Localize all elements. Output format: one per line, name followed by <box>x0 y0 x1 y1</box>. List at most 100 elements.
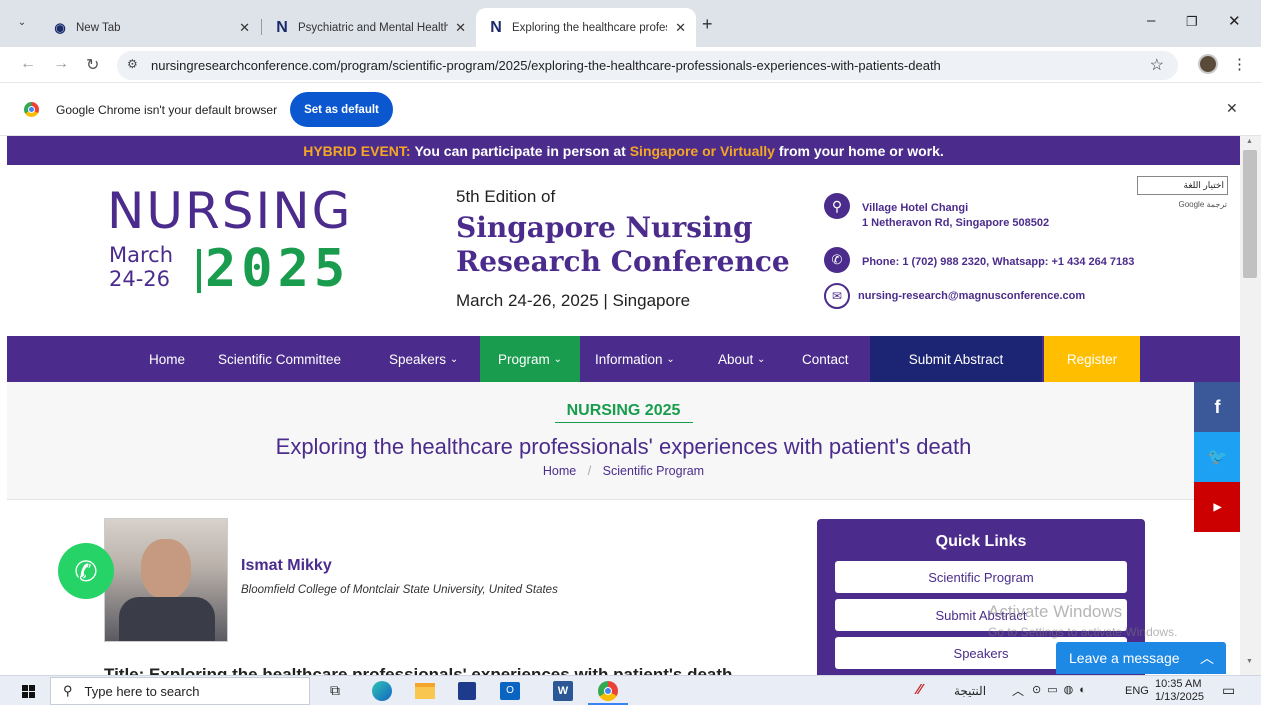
default-browser-infobar: Google Chrome isn't your default browser… <box>0 84 1261 136</box>
news-result-text[interactable]: النتيجة <box>954 684 986 698</box>
site-n-icon: N <box>276 18 288 36</box>
tab-new-tab[interactable]: ◉ New Tab ✕ <box>40 8 260 47</box>
file-explorer-icon[interactable] <box>415 683 435 699</box>
back-icon[interactable]: ← <box>20 55 36 73</box>
url-text: nursingresearchconference.com/program/sc… <box>151 58 941 73</box>
nav-scientific-committee[interactable]: Scientific Committee <box>218 336 341 382</box>
nav-information[interactable]: Information ⌄ <box>595 336 675 382</box>
whatsapp-icon[interactable]: ✆ <box>58 543 114 599</box>
conference-name-2: Research Conference <box>456 245 790 278</box>
chat-label: Leave a message <box>1069 650 1180 666</box>
tab-strip: ⌄ ◉ New Tab ✕ N Psychiatric and Mental H… <box>0 0 1261 47</box>
nav-about[interactable]: About ⌄ <box>718 336 765 382</box>
taskbar-search-placeholder: Type here to search <box>84 683 200 699</box>
tray-icons[interactable]: ⊙▭◍◐ <box>1032 683 1092 696</box>
menu-kebab-icon[interactable]: ⋮ <box>1232 55 1247 73</box>
chevron-down-icon: ⌄ <box>757 353 766 365</box>
phone-text[interactable]: Phone: 1 (702) 988 2320, Whatsapp: +1 43… <box>862 256 1134 268</box>
nav-home[interactable]: Home <box>149 336 185 382</box>
site-info-icon[interactable]: ⚙ <box>127 57 138 71</box>
edge-icon[interactable] <box>372 681 392 701</box>
nav-about-label: About <box>718 351 754 367</box>
outlook-icon[interactable]: O <box>500 682 520 700</box>
tray-chevron-up-icon[interactable]: ︿ <box>1012 682 1024 699</box>
scroll-up-icon[interactable]: ▲ <box>1246 138 1253 145</box>
word-icon[interactable]: W <box>553 681 573 701</box>
location-icon: ⚲ <box>824 193 850 219</box>
site-header: NURSING March 24-26 2025 5th Edition of … <box>7 165 1240 336</box>
close-window-icon[interactable]: ✕ <box>1228 12 1241 30</box>
reload-icon[interactable]: ↻ <box>86 55 99 75</box>
breadcrumb-program[interactable]: Scientific Program <box>603 464 704 478</box>
tab-search-button[interactable]: ⌄ <box>12 13 32 33</box>
chrome-taskbar-icon[interactable] <box>598 681 618 701</box>
chevron-down-icon: ⌄ <box>666 353 675 365</box>
activate-windows-title: Activate Windows <box>988 602 1123 621</box>
breadcrumb-home[interactable]: Home <box>543 464 576 478</box>
close-tab-icon[interactable]: ✕ <box>675 20 686 36</box>
banner-highlight: Singapore or Virtually <box>629 142 775 159</box>
nav-register[interactable]: Register <box>1044 336 1140 382</box>
quick-links-heading: Quick Links <box>935 533 1027 550</box>
close-tab-icon[interactable]: ✕ <box>239 20 250 36</box>
quick-link-scientific-program[interactable]: Scientific Program <box>835 561 1127 593</box>
search-icon: ⚲ <box>63 683 73 698</box>
nav-program[interactable]: Program ⌄ <box>480 336 580 382</box>
youtube-icon[interactable]: ▶ <box>1194 482 1241 532</box>
scroll-down-icon[interactable]: ▼ <box>1246 658 1253 665</box>
new-tab-button[interactable]: + <box>702 14 713 35</box>
nav-speakers[interactable]: Speakers ⌄ <box>389 336 458 382</box>
scroll-thumb[interactable] <box>1243 150 1257 278</box>
page-scrollbar[interactable]: ▲ ▼ <box>1240 136 1261 675</box>
speaker-name: Ismat Mikky <box>241 557 332 574</box>
infobar-message: Google Chrome isn't your default browser <box>56 103 278 117</box>
toolbar: ← → ↻ ⚙ nursingresearchconference.com/pr… <box>0 47 1261 83</box>
close-tab-icon[interactable]: ✕ <box>455 20 466 36</box>
close-infobar-icon[interactable]: ✕ <box>1226 100 1238 117</box>
weather-result-icon[interactable]: ⁄⁄ <box>917 681 922 698</box>
email-link[interactable]: nursing-research@magnusconference.com <box>858 290 1085 302</box>
store-icon[interactable] <box>458 682 476 700</box>
twitter-icon[interactable]: 🐦 <box>1194 432 1241 482</box>
set-default-button[interactable]: Set as default <box>290 92 393 127</box>
nav-submit-abstract[interactable]: Submit Abstract <box>870 336 1042 382</box>
nav-speakers-label: Speakers <box>389 351 447 367</box>
task-view-icon[interactable]: ⧉ <box>330 682 340 699</box>
taskbar-search-box[interactable]: ⚲ Type here to search <box>50 677 310 705</box>
clock-time[interactable]: 10:35 AM <box>1155 678 1201 690</box>
windows-start-icon[interactable] <box>22 685 35 698</box>
nav-information-label: Information <box>595 351 663 367</box>
tab-title: Exploring the healthcare profess <box>512 21 667 34</box>
hybrid-event-banner: HYBRID EVENT: You can participate in per… <box>7 136 1240 165</box>
address-bar[interactable]: ⚙ nursingresearchconference.com/program/… <box>117 51 1178 80</box>
facebook-icon[interactable]: f <box>1194 382 1241 432</box>
profile-avatar[interactable] <box>1198 54 1218 74</box>
site-n-icon: N <box>490 18 502 36</box>
leave-message-button[interactable]: Leave a message ︿ <box>1056 642 1226 674</box>
language-select[interactable]: اختيار اللغة <box>1137 176 1228 195</box>
bookmark-star-icon[interactable]: ☆ <box>1150 55 1164 75</box>
chevron-up-icon: ︿ <box>1200 650 1214 666</box>
forward-icon[interactable]: → <box>53 55 69 73</box>
breadcrumb-separator: / <box>587 464 592 478</box>
speaker-affiliation: Bloomfield College of Montclair State Un… <box>241 584 558 596</box>
minimize-icon[interactable]: – <box>1147 12 1155 29</box>
logo-days: 24-26 <box>109 267 171 291</box>
banner-text-end: from your home or work. <box>778 142 944 159</box>
notification-icon[interactable]: ▭ <box>1222 682 1235 699</box>
edition-text: 5th Edition of <box>456 187 556 206</box>
clock-date[interactable]: 1/13/2025 <box>1155 691 1204 703</box>
nursing-logo[interactable]: NURSING March 24-26 2025 <box>107 182 353 305</box>
language-indicator[interactable]: ENG <box>1125 685 1149 697</box>
restore-icon[interactable]: ❐ <box>1186 14 1198 30</box>
chevron-down-icon: ⌄ <box>553 353 562 365</box>
tab-title: New Tab <box>76 21 121 34</box>
venue-name: Village Hotel Changi <box>862 202 969 214</box>
logo-word: NURSING <box>107 182 353 240</box>
tab-title: Psychiatric and Mental Health N <box>298 21 448 34</box>
tab-psychiatric[interactable]: N Psychiatric and Mental Health N ✕ <box>262 8 476 47</box>
nav-contact[interactable]: Contact <box>802 336 849 382</box>
banner-label: HYBRID EVENT: <box>303 142 411 159</box>
conference-dates: March 24-26, 2025 | Singapore <box>456 291 691 310</box>
tab-exploring[interactable]: N Exploring the healthcare profess ✕ <box>476 8 696 47</box>
